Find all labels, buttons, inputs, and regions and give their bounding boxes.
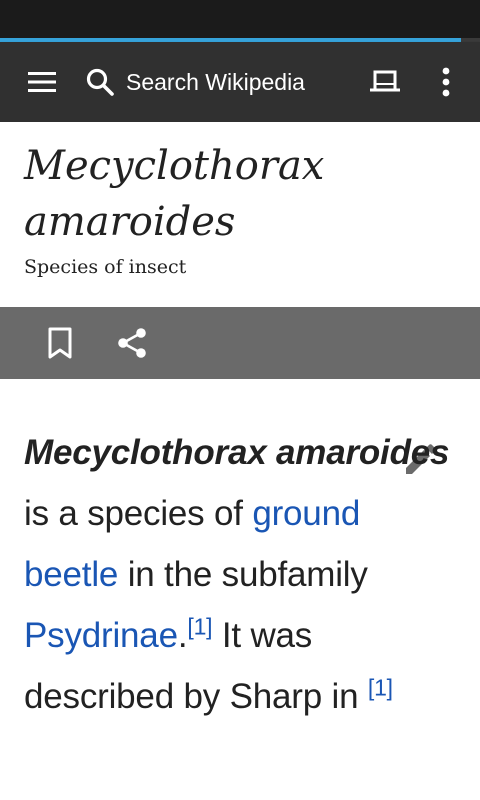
page-title: Mecyclothorax amaroides	[24, 143, 325, 245]
article-action-bar	[0, 307, 480, 379]
article-body: Mecyclothorax amaroides is a species of …	[24, 422, 456, 727]
status-bar	[0, 0, 480, 38]
top-toolbar: Search Wikipedia	[0, 42, 480, 122]
tabs-icon[interactable]	[366, 66, 404, 98]
menu-icon[interactable]	[26, 68, 58, 96]
share-icon[interactable]	[114, 325, 150, 361]
lead-paragraph: Mecyclothorax amaroides is a species of …	[24, 422, 456, 727]
reference-link[interactable]: [1]	[368, 674, 393, 700]
reference-link[interactable]: [1]	[187, 613, 212, 639]
link-psydrinae[interactable]: Psydrinae	[24, 616, 178, 655]
search-input[interactable]: Search Wikipedia	[84, 62, 354, 102]
lead-text: .	[177, 616, 188, 655]
lead-text: is a species of	[24, 494, 253, 533]
lead-text: in the subfamily	[118, 555, 368, 594]
search-placeholder: Search Wikipedia	[126, 68, 305, 95]
bookmark-icon[interactable]	[44, 325, 76, 361]
search-icon	[84, 66, 116, 98]
article-name-bold: Mecyclothorax amaroides	[24, 433, 450, 472]
page-description: Species of insect	[24, 256, 187, 278]
overflow-menu-icon[interactable]	[432, 64, 460, 100]
article-header: Mecyclothorax amaroides Species of insec…	[0, 122, 480, 307]
